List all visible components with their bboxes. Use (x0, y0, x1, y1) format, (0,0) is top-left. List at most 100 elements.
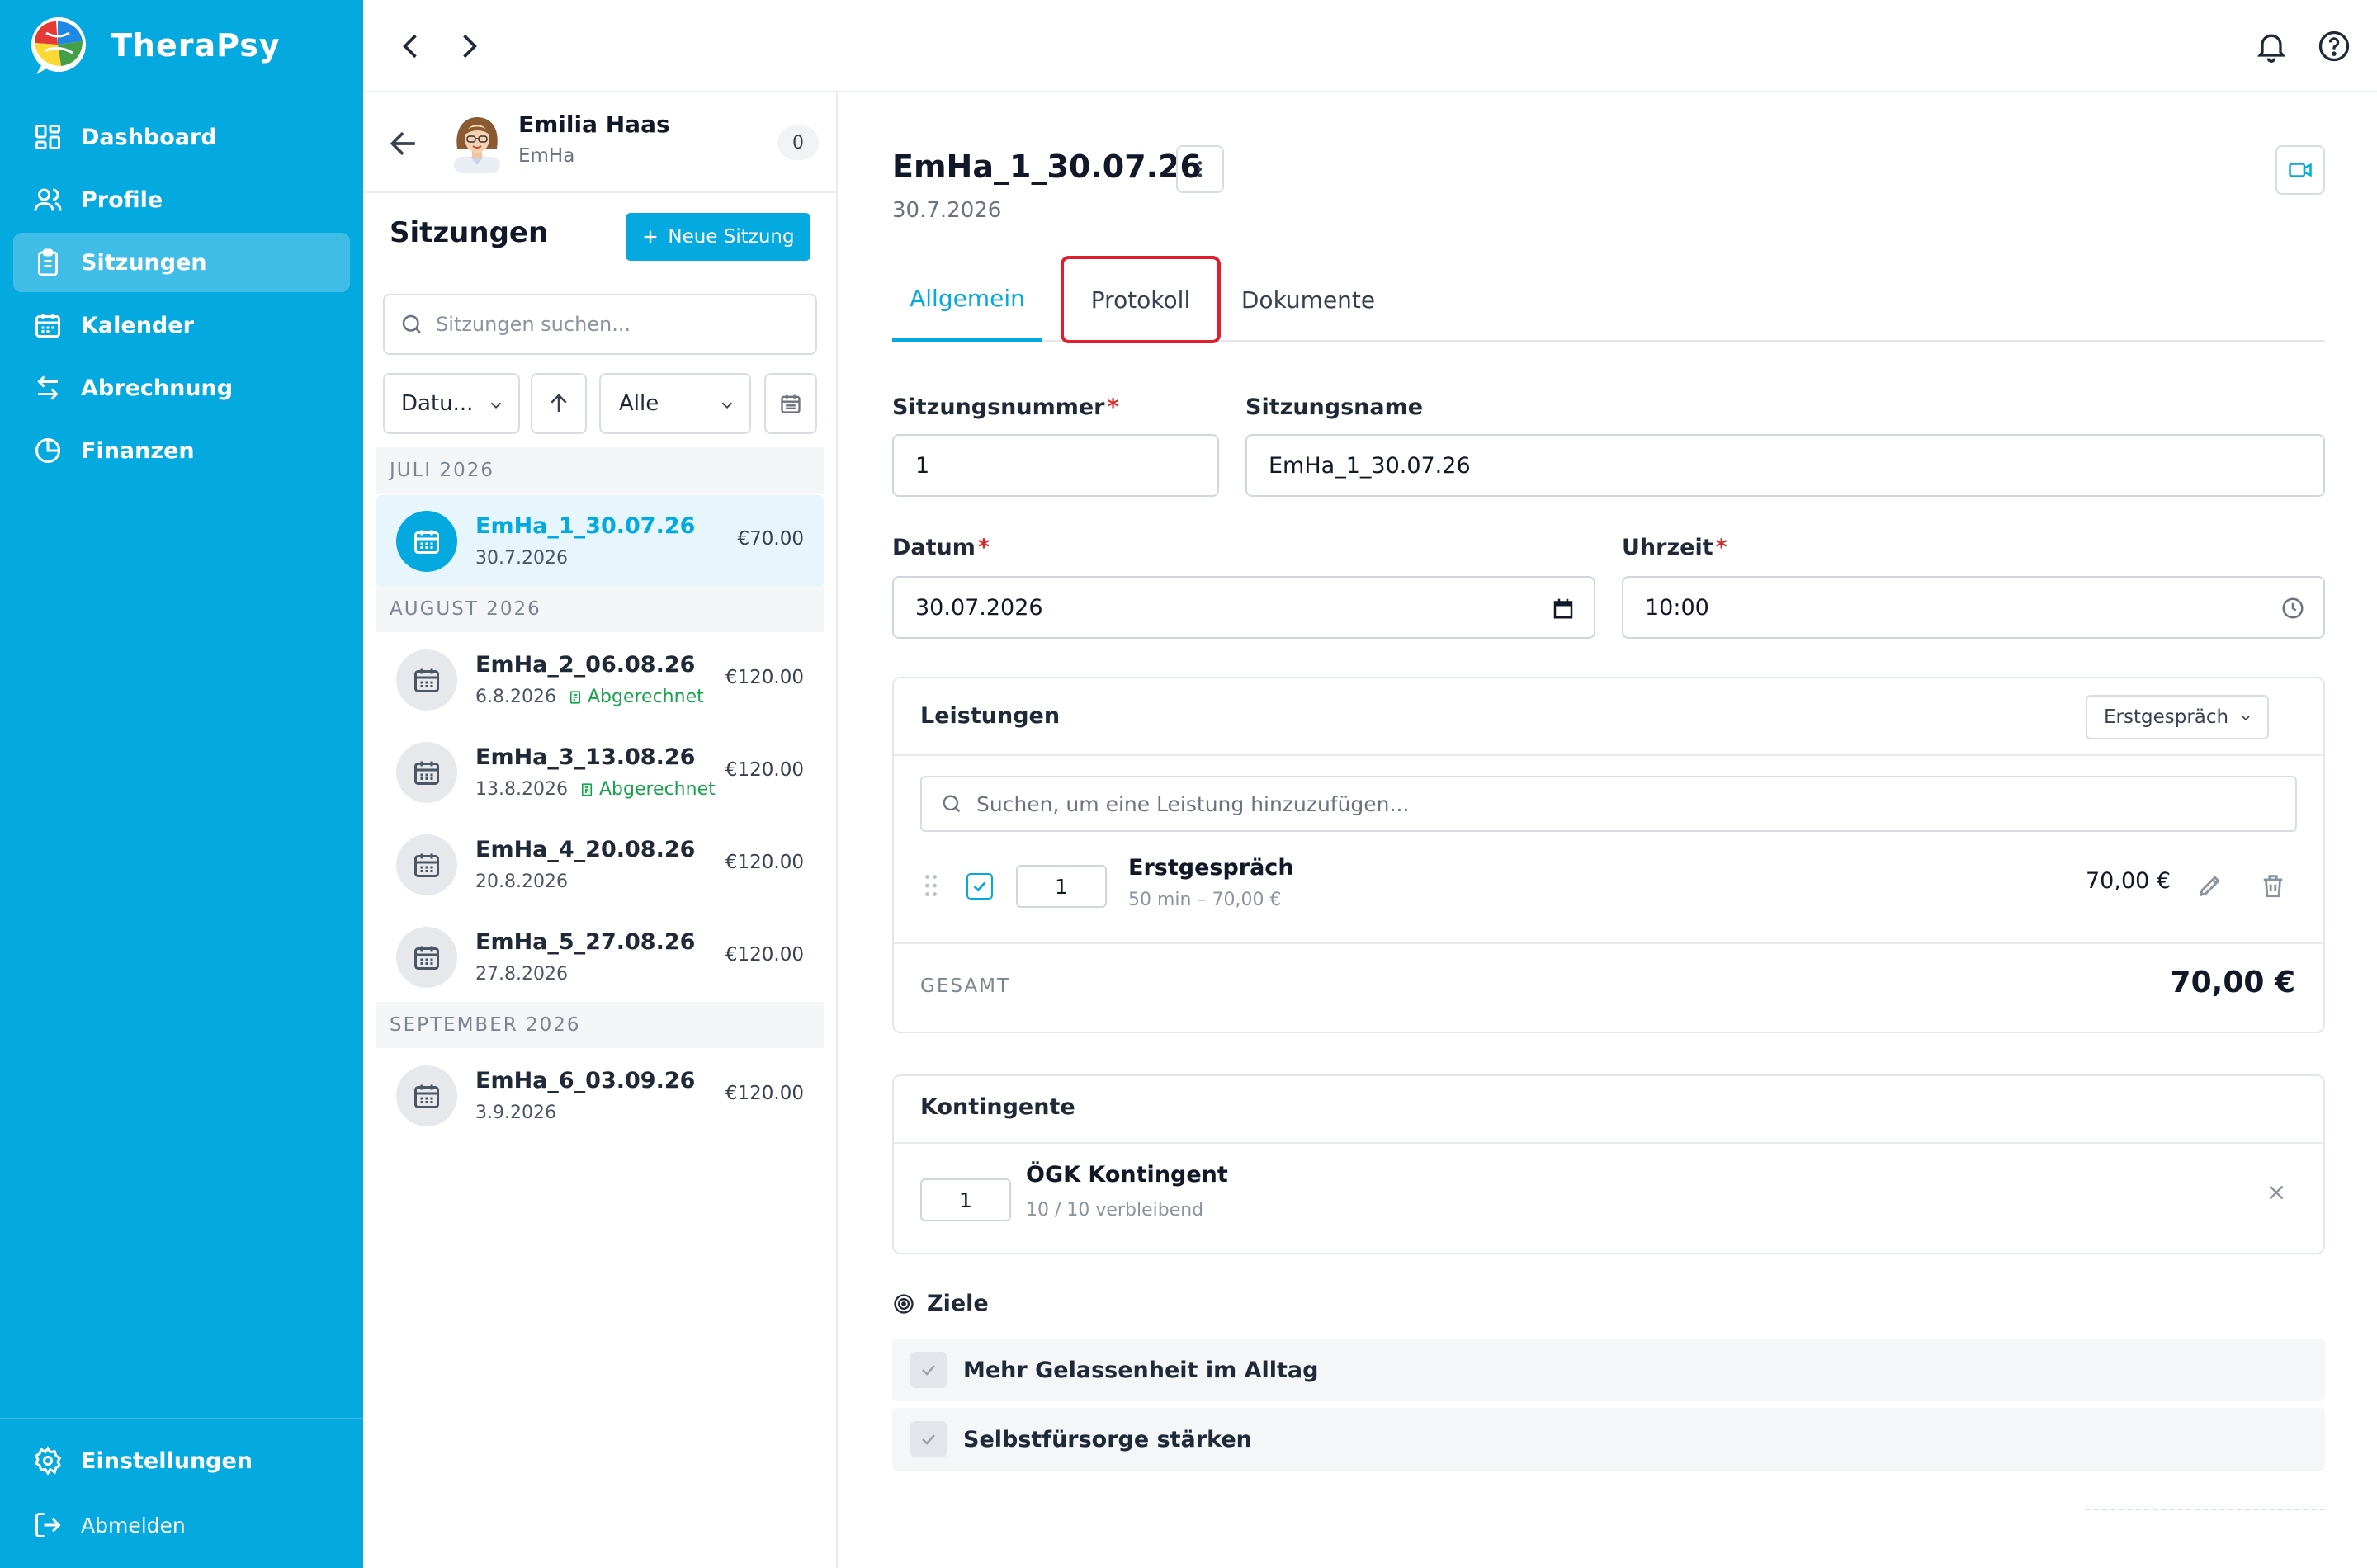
session-item[interactable]: EmHa_2_06.08.26 6.8.2026 Abgerechnet €12… (376, 634, 824, 726)
calendar-icon (396, 511, 457, 572)
chevron-right-icon[interactable] (451, 28, 487, 64)
divider (894, 754, 2323, 756)
session-date: 20.8.2026 (475, 871, 568, 892)
plus-icon (645, 230, 657, 243)
session-price: €120.00 (725, 759, 804, 781)
pencil-icon[interactable] (2196, 871, 2224, 900)
session-price: €70.00 (737, 528, 804, 550)
nav-dashboard[interactable]: Dashboard (13, 107, 350, 167)
goal-label: Selbstfürsorge stärken (963, 1426, 1252, 1452)
tab-allgemein[interactable]: Allgemein (892, 257, 1042, 342)
new-session-button[interactable]: Neue Sitzung (626, 213, 810, 261)
nav-finanzen[interactable]: Finanzen (13, 421, 350, 480)
date-filter-button[interactable] (764, 373, 817, 434)
nav-profile[interactable]: Profile (13, 170, 350, 229)
goal-checkbox[interactable] (910, 1421, 947, 1457)
client-name: Emilia Haas (518, 111, 670, 138)
session-price: €120.00 (725, 852, 804, 873)
pie-chart-icon (35, 437, 61, 463)
billed-badge: Abgerechnet (568, 687, 704, 707)
session-name: EmHa_3_13.08.26 (475, 744, 696, 770)
session-date-row: 30.7.2026 (475, 548, 568, 569)
settings-label: Einstellungen (81, 1448, 253, 1474)
tab-dokumente[interactable]: Dokumente (1227, 257, 1389, 342)
sort-direction-button[interactable] (531, 373, 587, 434)
nav-abrechnung[interactable]: Abrechnung (13, 358, 350, 418)
session-number-field[interactable] (892, 434, 1219, 497)
date-field[interactable] (892, 576, 1595, 639)
close-icon[interactable] (2264, 1180, 2289, 1205)
logout-label: Abmelden (81, 1513, 186, 1537)
goal-label: Mehr Gelassenheit im Alltag (963, 1357, 1319, 1383)
sort-value: Datu... (401, 391, 474, 416)
calendar-icon (396, 1065, 457, 1126)
month-header: JULI 2026 (376, 447, 824, 494)
arrows-icon (37, 375, 59, 400)
field-label: Sitzungsname (1245, 394, 1424, 420)
client-header: Emilia Haas EmHa 0 (363, 92, 838, 193)
more-options-button[interactable] (1176, 145, 1224, 193)
field-label: Uhrzeit * (1622, 535, 1727, 560)
service-checkbox[interactable] (966, 873, 993, 900)
session-number-input[interactable] (915, 452, 1188, 479)
session-date: 30.7.2026 (475, 548, 568, 569)
session-name: EmHa_1_30.07.26 (475, 513, 696, 539)
services-card: Leistungen Erstgespräch 1 Erstgespräch 5… (892, 677, 2325, 1033)
session-item[interactable]: EmHa_3_13.08.26 13.8.2026 Abgerechnet €1… (376, 726, 824, 819)
goal-checkbox[interactable] (910, 1352, 947, 1388)
status-value: Alle (619, 391, 659, 416)
service-search-input[interactable] (976, 791, 2264, 816)
target-icon (894, 1293, 914, 1314)
time-field[interactable] (1622, 576, 2325, 639)
receipt-icon (569, 690, 581, 704)
session-item[interactable]: EmHa_6_03.09.26 3.9.2026 €120.00 (376, 1050, 824, 1142)
session-name-field[interactable] (1245, 434, 2325, 497)
clock-icon[interactable] (2280, 596, 2305, 621)
receipt-icon (581, 782, 593, 796)
sort-select[interactable]: Datu... (383, 373, 520, 434)
date-input[interactable] (915, 594, 1526, 621)
drag-handle-icon[interactable] (924, 873, 938, 898)
calendar-icon[interactable] (1551, 596, 1576, 621)
count-badge: 0 (777, 125, 819, 160)
time-input[interactable] (1645, 594, 2256, 621)
chevron-left-icon[interactable] (393, 28, 429, 64)
goal-item[interactable]: Mehr Gelassenheit im Alltag (892, 1339, 2325, 1401)
bell-icon[interactable] (2253, 28, 2290, 64)
nav-abmelden[interactable]: Abmelden (33, 1510, 186, 1540)
tab-protokoll[interactable]: Protokoll (1061, 256, 1221, 343)
calendar-icon (35, 314, 60, 338)
session-date-row: 3.9.2026 (475, 1103, 556, 1123)
kebab-menu-icon (1198, 161, 1203, 177)
session-title: EmHa_1_30.07.26 (892, 149, 1202, 185)
goal-item[interactable]: Selbstfürsorge stärken (892, 1408, 2325, 1471)
nav-sitzungen[interactable]: Sitzungen (13, 233, 350, 292)
session-search-input[interactable] (436, 313, 799, 336)
check-icon (922, 1365, 935, 1376)
quota-qty-input[interactable]: 1 (920, 1178, 1011, 1221)
nav-label: Dashboard (81, 124, 217, 150)
session-name: EmHa_5_27.08.26 (475, 929, 696, 955)
status-select[interactable]: Alle (599, 373, 751, 434)
service-preset-select[interactable]: Erstgespräch (2086, 695, 2269, 739)
video-call-button[interactable] (2275, 145, 2325, 195)
session-name-input[interactable] (1269, 452, 2219, 479)
nav-kalender[interactable]: Kalender (13, 295, 350, 355)
trash-icon[interactable] (2259, 871, 2287, 900)
session-item[interactable]: EmHa_5_27.08.26 27.8.2026 €120.00 (376, 911, 824, 1004)
brain-logo (31, 17, 86, 74)
calendar-icon (396, 834, 457, 895)
billed-label: Abgerechnet (587, 687, 704, 707)
detail-tabs: Allgemein Protokoll Dokumente (892, 256, 2325, 343)
nav-einstellungen[interactable]: Einstellungen (33, 1446, 253, 1476)
arrow-left-icon[interactable] (386, 125, 423, 162)
help-icon[interactable] (2316, 28, 2352, 64)
session-date: 6.8.2026 (475, 687, 556, 707)
nav-label: Profile (81, 187, 163, 213)
session-item[interactable]: EmHa_4_20.08.26 20.8.2026 €120.00 (376, 819, 824, 911)
session-date: 27.8.2026 (475, 964, 568, 985)
brand[interactable]: TheraPsy (25, 15, 281, 76)
session-date-row: 27.8.2026 (475, 964, 568, 985)
session-item[interactable]: EmHa_1_30.07.26 30.7.2026 €70.00 (376, 495, 824, 588)
service-qty-input[interactable]: 1 (1016, 865, 1107, 908)
